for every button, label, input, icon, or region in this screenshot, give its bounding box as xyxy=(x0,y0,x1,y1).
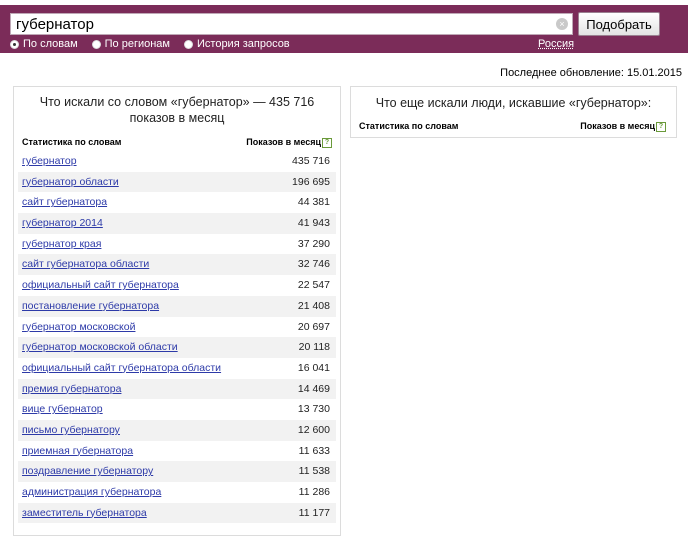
phrase-link[interactable]: сайт губернатора области xyxy=(22,254,149,275)
mode-label: История запросов xyxy=(197,38,290,50)
phrase-link[interactable]: администрация губернатора xyxy=(22,482,161,503)
mode-by-regions[interactable]: По регионам xyxy=(91,37,170,51)
mode-label: По регионам xyxy=(104,38,170,50)
search-mode-group: По словам По регионам История запросов xyxy=(10,37,304,51)
impressions-count: 14 469 xyxy=(297,382,330,395)
impressions-count: 32 746 xyxy=(297,258,330,271)
phrase-link[interactable]: приемная губернатора xyxy=(22,441,133,462)
table-header: Статистика по словам Показов в месяц? xyxy=(22,137,332,151)
phrase-link[interactable]: губернатор московской xyxy=(22,317,135,338)
panel-title: Что еще искали люди, искавшие «губернато… xyxy=(375,96,652,110)
phrase-link[interactable]: губернатор московской области xyxy=(22,337,178,358)
impressions-count: 22 547 xyxy=(297,279,330,292)
panel-title: Что искали со словом «губернатор» — 435 … xyxy=(14,87,340,126)
col-count-label: Показов в месяц xyxy=(246,137,321,147)
impressions-count: 11 177 xyxy=(298,506,330,519)
phrase-link[interactable]: вице губернатор xyxy=(22,399,103,420)
table-row: губернатор области 196 695 xyxy=(18,171,336,193)
impressions-count: 13 730 xyxy=(297,403,330,416)
panel-title-line1: Что искали со словом «губернатор» — 435 … xyxy=(39,95,315,109)
impressions-count: 435 716 xyxy=(292,155,330,167)
impressions-count: 41 943 xyxy=(297,217,330,230)
table-header: Статистика по словам Показов в месяц? xyxy=(359,121,666,135)
impressions-count: 20 697 xyxy=(297,320,330,333)
phrase-link[interactable]: сайт губернатора xyxy=(22,192,107,213)
impressions-count: 12 600 xyxy=(297,423,330,436)
stats-table: губернатор 435 716 губернатор области 196 6… xyxy=(18,151,336,524)
table-row: губернатор 2014 41 943 xyxy=(18,213,336,234)
impressions-count: 37 290 xyxy=(297,237,330,250)
col-phrase-header: Статистика по словам xyxy=(359,121,459,131)
impressions-count: 21 408 xyxy=(297,299,330,312)
table-row: письмо губернатору 12 600 xyxy=(18,419,336,441)
mode-by-words[interactable]: По словам xyxy=(10,37,78,51)
table-row: премия губернатора 14 469 xyxy=(18,378,336,400)
phrase-link[interactable]: губернатор 2014 xyxy=(22,213,103,234)
radio-selected-icon[interactable] xyxy=(10,39,19,49)
table-row: официальный сайт губернатора 22 547 xyxy=(18,275,336,296)
impressions-count: 44 381 xyxy=(297,196,330,209)
table-row: губернатор московской 20 697 xyxy=(18,317,336,338)
table-row: постановление губернатора 21 408 xyxy=(18,295,336,317)
phrase-link[interactable]: письмо губернатору xyxy=(22,420,120,441)
mode-label: По словам xyxy=(23,38,78,50)
phrase-link[interactable]: губернатор xyxy=(22,151,77,172)
help-icon[interactable]: ? xyxy=(656,121,666,132)
table-row: заместитель губернатора 11 177 xyxy=(18,502,336,524)
radio-icon[interactable] xyxy=(91,39,101,49)
phrase-link[interactable]: губернатор области xyxy=(22,172,119,193)
table-row: вице губернатор 13 730 xyxy=(18,399,336,420)
table-row: поздравление губернатору 11 538 xyxy=(18,461,336,482)
table-row: приемная губернатора 11 633 xyxy=(18,441,336,462)
phrase-link[interactable]: поздравление губернатору xyxy=(22,461,153,482)
radio-icon[interactable] xyxy=(184,39,193,49)
table-row: губернатор московской области 20 118 xyxy=(18,337,336,358)
col-count-label: Показов в месяц xyxy=(580,121,655,131)
table-row: сайт губернатора 44 381 xyxy=(18,192,336,213)
phrase-link[interactable]: постановление губернатора xyxy=(22,296,159,317)
search-bar: × Подобрать По словам По регионам Истори… xyxy=(0,5,688,53)
region-selector[interactable]: Россия xyxy=(538,38,574,50)
table-row: официальный сайт губернатора области 16 0… xyxy=(18,358,336,379)
table-row: губернатор 435 716 xyxy=(18,151,336,172)
phrase-link[interactable]: губернатор края xyxy=(22,234,101,255)
col-count-header: Показов в месяц? xyxy=(246,137,332,148)
phrase-link[interactable]: премия губернатора xyxy=(22,379,121,400)
impressions-count: 11 538 xyxy=(298,465,330,478)
impressions-count: 11 633 xyxy=(298,444,330,457)
impressions-count: 196 695 xyxy=(292,175,330,188)
submit-button[interactable]: Подобрать xyxy=(578,12,660,36)
table-row: сайт губернатора области 32 746 xyxy=(18,254,336,276)
table-row: губернатор края 37 290 xyxy=(18,234,336,255)
col-phrase-header: Статистика по словам xyxy=(22,137,122,147)
table-row: администрация губернатора 11 286 xyxy=(18,482,336,503)
impressions-count: 20 118 xyxy=(298,341,330,354)
panel-title-line2: показов в месяц xyxy=(129,111,225,125)
phrase-link[interactable]: официальный сайт губернатора xyxy=(22,275,179,296)
related-searches-panel: Что еще искали люди, искавшие «губернато… xyxy=(350,86,677,138)
help-icon[interactable]: ? xyxy=(322,137,332,148)
clear-icon[interactable]: × xyxy=(556,18,568,30)
search-input[interactable] xyxy=(10,13,573,35)
mode-history[interactable]: История запросов xyxy=(184,37,290,51)
col-count-header: Показов в месяц? xyxy=(580,121,666,132)
word-stats-panel: Что искали со словом «губернатор» — 435 … xyxy=(13,86,341,536)
phrase-link[interactable]: официальный сайт губернатора области xyxy=(22,358,221,379)
impressions-count: 16 041 xyxy=(297,361,330,374)
last-updated: Последнее обновление: 15.01.2015 xyxy=(500,67,682,79)
phrase-link[interactable]: заместитель губернатора xyxy=(22,503,147,524)
impressions-count: 11 286 xyxy=(298,486,330,498)
